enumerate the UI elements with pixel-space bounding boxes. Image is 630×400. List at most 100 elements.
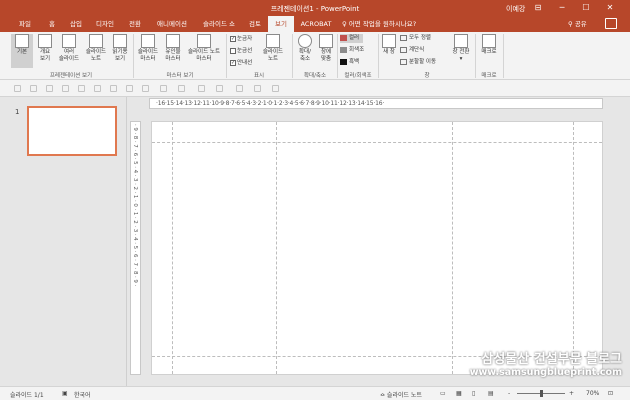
black-white-button[interactable]: 흑백 <box>340 58 359 67</box>
slide-master-icon <box>141 34 155 48</box>
horizontal-ruler[interactable]: ·16·15·14·13·12·11·10·9·8·7·6·5·4·3·2·1·… <box>149 98 603 109</box>
ruler-checkbox[interactable]: ✓ 눈금자 <box>230 35 252 43</box>
color-icon[interactable] <box>216 85 223 92</box>
ribbon-tabs: 파일 홈 삽입 디자인 전환 애니메이션 슬라이드 쇼 검토 보기 ACROBA… <box>0 16 630 32</box>
normal-view-button[interactable]: 기본 <box>11 34 33 68</box>
tab-acrobat[interactable]: ACROBAT <box>298 16 334 32</box>
group-separator <box>133 34 134 78</box>
zoom-out-button[interactable]: - <box>508 390 510 397</box>
tab-animations[interactable]: 애니메이션 <box>152 16 192 32</box>
tab-slide-show[interactable]: 슬라이드 쇼 <box>198 16 240 32</box>
outline-view-icon <box>38 34 52 48</box>
arrange-all-button[interactable]: 모두 정렬 <box>400 34 431 43</box>
thickness-icon[interactable] <box>236 85 243 92</box>
zoom-button[interactable]: 확대/ 축소 <box>294 34 316 63</box>
tab-view[interactable]: 보기 <box>268 16 294 32</box>
comments-icon[interactable] <box>605 18 617 29</box>
slide-master-button[interactable]: 슬라이드 마스터 <box>136 34 160 63</box>
notes-icon <box>266 34 280 48</box>
handout-master-button[interactable]: 유인물 마스터 <box>162 34 184 63</box>
color-icon[interactable] <box>198 85 205 92</box>
lasso-icon[interactable] <box>78 85 85 92</box>
guides-checkbox[interactable]: ✓ 안내선 <box>230 59 252 67</box>
undo-icon[interactable] <box>160 85 167 92</box>
fit-slide-icon[interactable]: ⊡ <box>608 390 613 397</box>
vertical-guide[interactable] <box>573 122 574 374</box>
reading-view-status-icon[interactable]: ▯ <box>472 390 475 397</box>
slide-sorter-status-icon[interactable]: ▦ <box>456 390 462 397</box>
new-window-button[interactable]: 새 창 <box>380 34 398 56</box>
grayscale-button[interactable]: 회색조 <box>340 46 364 55</box>
maximize-button[interactable]: ☐ <box>577 2 595 14</box>
switch-windows-button[interactable]: 창 전환 ▾ <box>450 34 472 63</box>
tell-me-search[interactable]: ♀ 어떤 작업을 원하시나요? <box>342 16 416 32</box>
tab-home[interactable]: 홈 <box>42 16 62 32</box>
watermark: 삼성물산 건설부문 블로그 www.samsungblueprint.com <box>469 352 622 378</box>
slideshow-status-icon[interactable]: ▤ <box>488 390 494 397</box>
customize-toolbar-icon[interactable] <box>272 85 279 92</box>
tab-transitions[interactable]: 전환 <box>123 16 147 32</box>
redo-icon[interactable] <box>178 85 185 92</box>
cascade-button[interactable]: 계단식 <box>400 46 424 55</box>
check-icon: ✓ <box>230 59 236 66</box>
notes-master-button[interactable]: 슬라이드 노트 마스터 <box>185 34 223 63</box>
horizontal-guide[interactable] <box>152 142 602 143</box>
notes-button[interactable]: 슬라이드 노트 <box>260 34 286 63</box>
vertical-guide[interactable] <box>172 122 173 374</box>
pen-icon[interactable] <box>14 85 21 92</box>
tab-file[interactable]: 파일 <box>14 16 36 32</box>
tab-insert[interactable]: 삽입 <box>64 16 88 32</box>
zoom-slider-thumb[interactable] <box>540 390 543 397</box>
vertical-guide[interactable] <box>452 122 453 374</box>
shape-icon[interactable] <box>110 85 117 92</box>
ribbon-view: 기본 개요 보기 여러 슬라이드 슬라이드 노트 읽기용 보기 프레젠테이션 보… <box>0 32 630 80</box>
vertical-guide[interactable] <box>276 122 277 374</box>
reading-view-icon <box>113 34 127 48</box>
notes-master-icon <box>197 34 211 48</box>
zoom-level[interactable]: 70% <box>586 390 599 397</box>
reading-view-button[interactable]: 읽기용 보기 <box>110 34 130 63</box>
outline-view-button[interactable]: 개요 보기 <box>35 34 55 63</box>
color-swatch-icon <box>340 34 347 41</box>
arrange-all-icon <box>400 34 407 41</box>
normal-view-status-icon[interactable]: ▭ <box>440 390 446 397</box>
slide-sorter-button[interactable]: 여러 슬라이드 <box>56 34 82 63</box>
group-label-macros: 매크로 <box>481 73 497 79</box>
color-button[interactable]: 컬러 <box>340 34 364 43</box>
shape-icon[interactable] <box>94 85 101 92</box>
shape-icon[interactable] <box>142 85 149 92</box>
share-button[interactable]: ⚲ 공유 <box>568 16 587 32</box>
highlighter-icon[interactable] <box>46 85 53 92</box>
vertical-ruler[interactable]: ·9·8·7·6·5·4·3·2·1·0·1·2·3·4·5·6·7·8·9· <box>130 121 141 375</box>
slide-thumbnails-pane: 1 <box>0 97 127 386</box>
fit-to-window-button[interactable]: 창에 맞춤 <box>316 34 336 63</box>
ribbon-display-icon[interactable]: ⊟ <box>529 2 547 14</box>
drawing-toolbar <box>0 80 630 97</box>
group-label-window: 창 <box>424 73 430 79</box>
group-separator <box>475 34 476 78</box>
tab-review[interactable]: 검토 <box>244 16 266 32</box>
proofing-icon[interactable]: ▣ <box>62 390 68 397</box>
notes-page-button[interactable]: 슬라이드 노트 <box>83 34 109 63</box>
language-indicator[interactable]: 한국어 <box>74 390 91 399</box>
eraser-icon[interactable] <box>62 85 69 92</box>
pen-icon[interactable] <box>30 85 37 92</box>
gridlines-checkbox[interactable]: 눈금선 <box>230 47 252 55</box>
group-separator <box>378 34 379 78</box>
shape-icon[interactable] <box>126 85 133 92</box>
slide-number: 1 <box>15 108 20 116</box>
slide-thumbnail[interactable] <box>27 106 117 156</box>
move-split-button[interactable]: 분할할 이동 <box>400 58 436 67</box>
new-window-icon <box>382 34 396 48</box>
tab-design[interactable]: 디자인 <box>91 16 119 32</box>
macros-button[interactable]: 매크로 <box>478 34 500 56</box>
group-label-color: 컬러/회색조 <box>344 73 372 79</box>
slide-canvas[interactable] <box>151 121 603 375</box>
minimize-button[interactable]: ─ <box>553 2 571 14</box>
status-bar: 슬라이드 1/1 ▣ 한국어 ≏ 슬라이드 노트 ▭ ▦ ▯ ▤ - + 70%… <box>0 386 630 400</box>
thickness-icon[interactable] <box>254 85 261 92</box>
user-name[interactable]: 이예강 <box>506 4 525 14</box>
close-button[interactable]: ✕ <box>601 2 619 14</box>
notes-toggle[interactable]: ≏ 슬라이드 노트 <box>380 390 422 399</box>
zoom-in-button[interactable]: + <box>569 390 574 397</box>
